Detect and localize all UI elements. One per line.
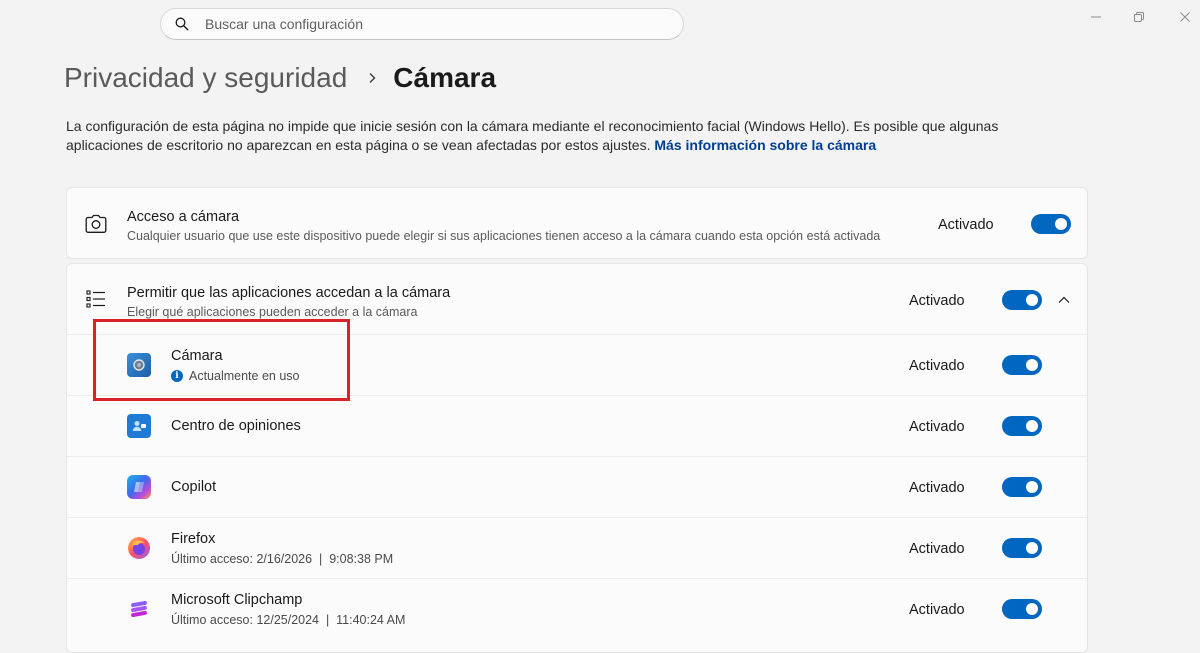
- app-toggle-clipchamp[interactable]: [1002, 599, 1042, 619]
- app-state: Activado: [909, 541, 965, 557]
- app-name: Firefox: [171, 531, 216, 547]
- search-icon: [175, 16, 191, 32]
- learn-more-link[interactable]: Más información sobre la cámara: [654, 137, 876, 153]
- app-row-firefox: Firefox Último acceso: 2/16/2026 | 9:08:…: [67, 518, 1087, 578]
- apps-access-subtitle: Elegir qué aplicaciones pueden acceder a…: [127, 305, 418, 319]
- app-state: Activado: [909, 602, 965, 618]
- restore-button[interactable]: [1128, 6, 1150, 28]
- app-toggle-firefox[interactable]: [1002, 538, 1042, 558]
- apps-access-toggle[interactable]: [1002, 290, 1042, 310]
- app-list-icon: [85, 288, 107, 310]
- app-row-clipchamp: Microsoft Clipchamp Último acceso: 12/25…: [67, 579, 1087, 639]
- minimize-button[interactable]: [1085, 6, 1107, 28]
- close-button[interactable]: [1174, 6, 1196, 28]
- page-title: Cámara: [393, 62, 497, 93]
- search-box[interactable]: [160, 8, 684, 40]
- copilot-icon: [127, 475, 151, 499]
- chevron-right-icon: [367, 72, 377, 84]
- minimize-icon: [1091, 16, 1101, 18]
- app-name: Copilot: [171, 479, 217, 495]
- camera-icon: [85, 213, 107, 235]
- camera-access-state: Activado: [938, 217, 994, 233]
- feedback-hub-icon: [127, 414, 151, 438]
- app-state: Activado: [909, 419, 965, 435]
- breadcrumb-parent[interactable]: Privacidad y seguridad: [64, 62, 347, 94]
- app-toggle-camara[interactable]: [1002, 355, 1042, 375]
- breadcrumb: Privacidad y seguridad Cámara: [64, 58, 496, 98]
- camera-access-subtitle: Cualquier usuario que use este dispositi…: [127, 229, 881, 243]
- app-name: Microsoft Clipchamp: [171, 592, 303, 608]
- close-icon: [1180, 12, 1190, 22]
- app-name: Centro de opiniones: [171, 418, 301, 434]
- camera-access-card: Acceso a cámara Cualquier usuario que us…: [66, 187, 1088, 259]
- firefox-icon: [127, 536, 151, 560]
- app-row-centro-de-opiniones: Centro de opiniones Activado: [67, 396, 1087, 456]
- chevron-up-icon[interactable]: [1056, 292, 1072, 308]
- camera-access-title: Acceso a cámara: [127, 209, 240, 225]
- app-toggle-copilot[interactable]: [1002, 477, 1042, 497]
- highlight-box: [93, 319, 350, 401]
- app-state: Activado: [909, 480, 965, 496]
- app-last-access: Último acceso: 2/16/2026 | 9:08:38 PM: [171, 552, 394, 566]
- app-toggle-centro-de-opiniones[interactable]: [1002, 416, 1042, 436]
- page-description: La configuración de esta página no impid…: [66, 117, 1066, 155]
- restore-icon: [1134, 12, 1144, 22]
- app-state: Activado: [909, 358, 965, 374]
- camera-access-toggle[interactable]: [1031, 214, 1071, 234]
- search-input[interactable]: [203, 15, 667, 33]
- apps-access-title: Permitir que las aplicaciones accedan a …: [127, 285, 451, 301]
- apps-access-state: Activado: [909, 293, 965, 309]
- app-row-copilot: Copilot Activado: [67, 457, 1087, 517]
- app-last-access: Último acceso: 12/25/2024 | 11:40:24 AM: [171, 613, 406, 627]
- clipchamp-icon: [127, 597, 151, 621]
